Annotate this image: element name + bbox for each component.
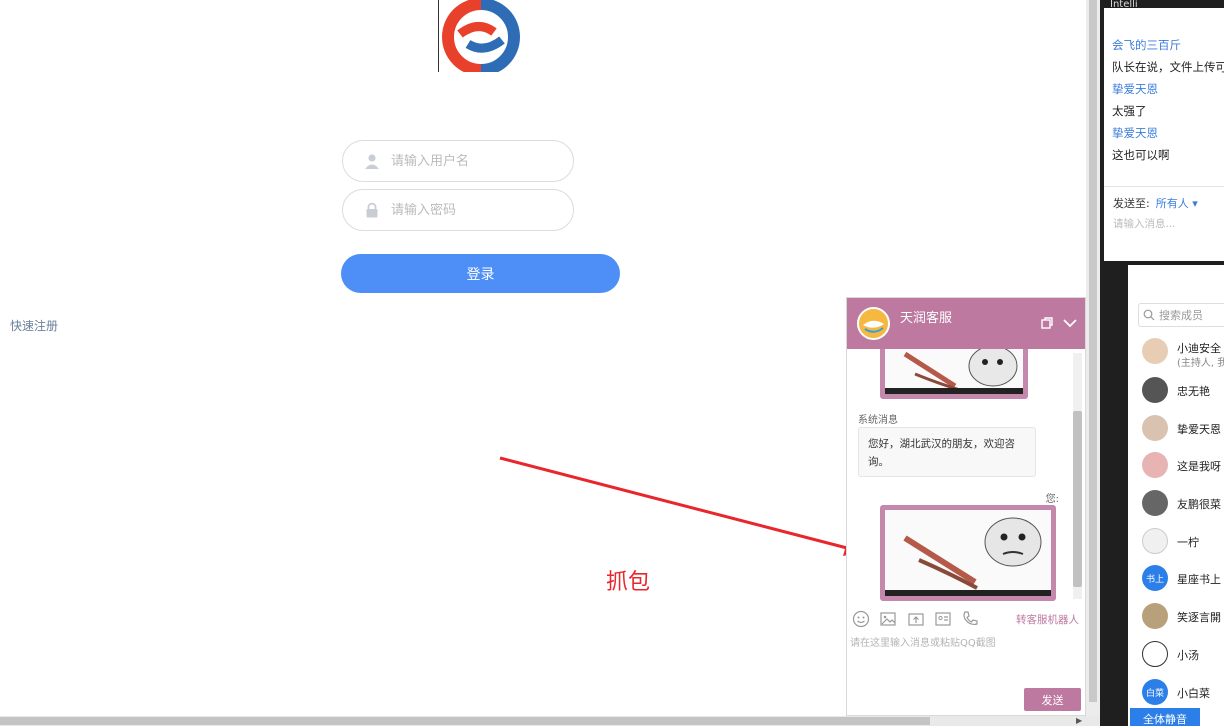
chat-title: 天润客服 [900,311,953,326]
avatar [1142,338,1168,364]
avatar [1142,528,1168,554]
divider [1104,186,1224,187]
member-search-input[interactable]: 搜索成员 [1138,303,1224,327]
avatar [1142,452,1168,478]
meeting-panel: Intelli 会飞的三百斤 队长在说，文件上传可 挚爱天恩 太强了 挚爱天恩 … [1100,0,1224,726]
avatar [1142,490,1168,516]
page-horizontal-scrollbar[interactable] [0,716,1100,726]
member-name: 友鹏很菜 [1177,498,1221,511]
member-search-placeholder: 搜索成员 [1159,309,1203,322]
meeting-chat-input[interactable]: 请输入消息... [1113,216,1176,231]
image-icon[interactable] [879,610,897,628]
send-to-dropdown[interactable]: 所有人 ▾ [1156,197,1198,210]
member-name: 一柠 [1177,536,1199,549]
avatar: 白菜 [1142,679,1168,705]
password-field[interactable] [342,189,574,231]
chat-message: 太强了 [1112,104,1147,118]
register-link[interactable]: 快速注册 [10,317,58,334]
lock-icon [363,201,381,219]
transfer-robot-link[interactable]: 转客服机器人 [1016,612,1079,627]
avatar [1142,415,1168,441]
avatar [1142,641,1168,667]
member-item[interactable]: 忠无艳 [1142,377,1224,405]
page-vertical-scroll-thumb[interactable] [1089,0,1097,702]
login-button[interactable]: 登录 [341,254,620,293]
you-label: 您: [1045,494,1059,505]
chat-toolbar: 转客服机器人 [847,610,1085,630]
member-name: 挚爱天恩 [1177,423,1221,436]
text-cursor [438,0,439,72]
avatar [1142,603,1168,629]
member-name: 小汤 [1177,649,1199,662]
member-name: 小白菜 [1177,687,1210,700]
system-message: 您好，湖北武汉的朋友，欢迎咨询。 [858,427,1036,477]
meme-image [885,510,1051,596]
logo-icon [442,0,520,72]
chat-sender: 挚爱天恩 [1112,82,1158,96]
phone-icon[interactable] [961,610,979,628]
page-horizontal-scroll-thumb[interactable] [0,717,930,725]
member-role: (主持人, 我 [1177,358,1224,369]
meme-image [885,349,1023,394]
send-to-label: 发送至: [1113,197,1150,210]
avatar: 书上 [1142,565,1168,591]
chat-scrollbar[interactable] [1073,353,1082,599]
chat-avatar [857,307,890,340]
customer-service-chat: 天润客服 系统消息 您好，湖北武汉的朋友，欢迎咨询。 您: 转客服机器人 请在这… [846,297,1086,716]
chat-message: 这也可以啊 [1112,148,1170,162]
smile-icon[interactable] [852,610,870,628]
upload-icon[interactable] [907,610,925,628]
avatar [1142,377,1168,403]
chat-message: 队长在说，文件上传可 [1112,60,1224,74]
card-icon[interactable] [934,610,952,628]
search-icon [1143,309,1155,321]
member-item[interactable]: 白菜 小白菜 [1142,679,1224,707]
member-item[interactable]: 小迪安全 (主持人, 我 [1142,338,1224,369]
image-message-sent[interactable] [880,505,1056,601]
send-to-target: 所有人 [1155,197,1189,210]
send-to-row: 发送至: 所有人 ▾ [1113,195,1198,211]
send-button[interactable]: 发送 [1024,688,1081,711]
chevron-down-icon[interactable] [1062,315,1078,331]
chat-sender: 会飞的三百斤 [1112,38,1181,52]
member-name: 忠无艳 [1177,385,1210,398]
system-message-label: 系统消息 [858,415,898,426]
scroll-right-arrow-icon[interactable]: ▶ [1076,716,1082,725]
annotation-arrow-line [499,456,848,550]
image-message[interactable] [880,349,1028,399]
member-item[interactable]: 笑逐言開 [1142,603,1224,631]
chat-header: 天润客服 [847,298,1085,349]
user-icon [363,152,381,170]
member-item[interactable]: 这是我呀 [1142,452,1224,480]
restore-icon[interactable] [1039,315,1055,331]
chat-input[interactable]: 请在这里输入消息或粘贴QQ截图 [850,634,1080,649]
member-item[interactable]: 小汤 [1142,641,1224,669]
mute-all-button[interactable]: 全体静音 [1130,708,1200,726]
meeting-chat-panel: 会飞的三百斤 队长在说，文件上传可 挚爱天恩 太强了 挚爱天恩 这也可以啊 发送… [1104,8,1224,261]
annotation-label: 抓包 [606,570,651,595]
page-vertical-scrollbar[interactable] [1086,0,1100,716]
password-input[interactable] [391,202,551,218]
chat-scroll-thumb[interactable] [1073,411,1082,587]
member-item[interactable]: 友鹏很菜 [1142,490,1224,518]
member-name: 笑逐言開 [1177,611,1221,624]
username-field[interactable] [342,140,574,182]
member-name: 这是我呀 [1177,460,1221,473]
member-item[interactable]: 挚爱天恩 [1142,415,1224,443]
member-item[interactable]: 一柠 [1142,528,1224,556]
member-item[interactable]: 书上 星座书上 [1142,565,1224,593]
chat-messages: 系统消息 您好，湖北武汉的朋友，欢迎咨询。 您: [847,349,1085,601]
members-panel: 搜索成员 小迪安全 (主持人, 我 忠无艳 挚爱天恩 这是我呀 友鹏很菜 一柠 [1128,265,1224,726]
username-input[interactable] [391,153,551,169]
member-name: 星座书上 [1177,573,1221,586]
chat-sender: 挚爱天恩 [1112,126,1158,140]
